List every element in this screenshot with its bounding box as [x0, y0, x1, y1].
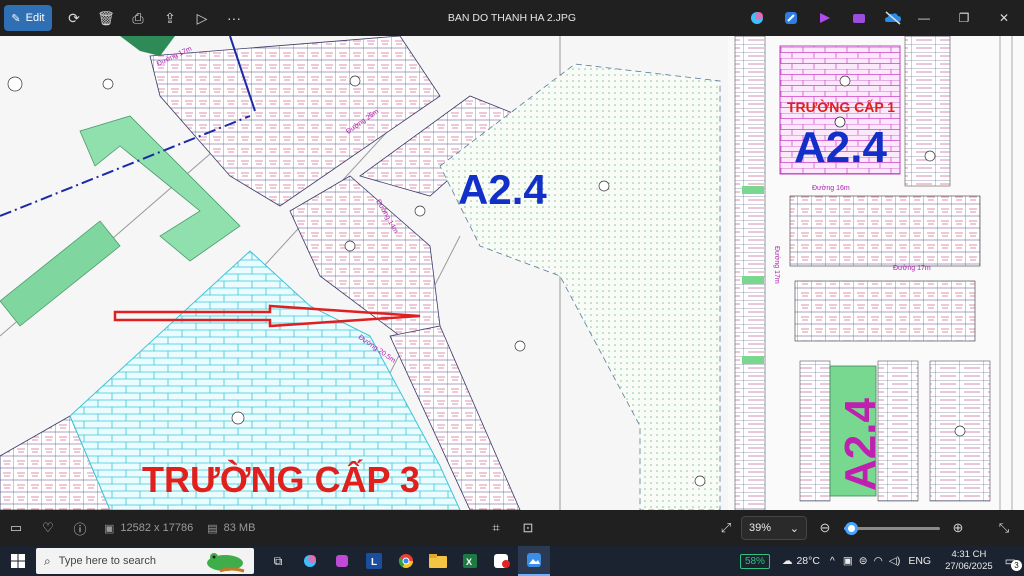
- video-editor-icon[interactable]: [848, 5, 870, 31]
- close-icon[interactable]: ✕: [984, 0, 1024, 36]
- windows-start-icon[interactable]: [0, 546, 36, 576]
- window-title: BAN DO THANH HA 2.JPG: [447, 12, 577, 24]
- zoom-dropdown[interactable]: 39% ⌄: [741, 516, 807, 540]
- favorite-heart-icon[interactable]: ♡: [32, 515, 64, 541]
- language-indicator[interactable]: ENG: [908, 555, 931, 567]
- notification-app-icon[interactable]: [486, 546, 518, 576]
- planning-map: A2.4 A2.4 TRƯỜNG CẤP 1 TRƯỜNG CẤP 3 A2.4…: [0, 36, 1024, 510]
- svg-text:X: X: [466, 557, 472, 567]
- share-icon[interactable]: ⇪: [154, 5, 186, 31]
- clock[interactable]: 4:31 CH 27/06/2025: [945, 549, 993, 573]
- zoom-value: 39%: [749, 522, 772, 534]
- fit-to-window-icon[interactable]: ⤢: [710, 515, 742, 541]
- label-a24-center: A2.4: [458, 166, 547, 213]
- label-truong-cap-3: TRƯỜNG CẤP 3: [142, 458, 420, 500]
- minimize-icon[interactable]: —: [904, 0, 944, 36]
- file-explorer-icon[interactable]: [422, 546, 454, 576]
- battery-indicator[interactable]: 58%: [739, 553, 770, 569]
- edit-label: Edit: [25, 12, 45, 24]
- ocr-text-icon[interactable]: ⊡: [512, 515, 544, 541]
- filmstrip-icon[interactable]: ▭: [0, 515, 32, 541]
- fullscreen-icon[interactable]: ⤡: [988, 515, 1020, 541]
- edit-button[interactable]: ✎ Edit: [4, 5, 52, 31]
- label-a24-right: A2.4: [794, 123, 887, 172]
- search-icon: ⌕: [44, 553, 51, 568]
- image-canvas[interactable]: A2.4 A2.4 TRƯỜNG CẤP 1 TRƯỜNG CẤP 3 A2.4…: [0, 36, 1024, 510]
- tray-chevron-icon[interactable]: ^: [830, 555, 835, 567]
- zoom-slider-thumb[interactable]: [844, 522, 858, 535]
- network-icon[interactable]: ⊜: [859, 555, 868, 567]
- zoom-slider[interactable]: [844, 522, 940, 535]
- image-dimensions: 12582 x 17786: [120, 522, 194, 534]
- top-toolbar: ✎ Edit ⟳ 🗑 ⎙ ⇪ ▷ ··· BAN DO THANH HA 2.J…: [0, 0, 1024, 36]
- file-size-icon: ▤: [207, 522, 218, 535]
- chrome-icon[interactable]: [390, 546, 422, 576]
- copilot-icon[interactable]: [746, 5, 768, 31]
- taskbar-search-input[interactable]: ⌕ Type here to search: [36, 548, 254, 574]
- road-label-16m: Đường 16m: [812, 185, 850, 192]
- more-icon[interactable]: ···: [218, 5, 250, 31]
- edit-icon: ✎: [11, 12, 21, 25]
- clock-time: 4:31 CH: [951, 549, 987, 560]
- label-truong-cap-1: TRƯỜNG CẤP 1: [787, 98, 895, 115]
- notification-count: 3: [1011, 560, 1022, 571]
- meet-icon[interactable]: ▣: [843, 555, 853, 567]
- zoom-out-icon[interactable]: ⊖: [809, 515, 841, 541]
- print-icon[interactable]: ⎙: [122, 5, 154, 31]
- chevron-down-icon: ⌄: [789, 522, 799, 535]
- rotate-icon[interactable]: ⟳: [58, 5, 90, 31]
- svg-text:L: L: [371, 557, 377, 568]
- l-app-icon[interactable]: L: [358, 546, 390, 576]
- onedrive-icon[interactable]: [882, 5, 904, 31]
- photos-app: ✎ Edit ⟳ 🗑 ⎙ ⇪ ▷ ··· BAN DO THANH HA 2.J…: [0, 0, 1024, 576]
- designer-icon[interactable]: [780, 5, 802, 31]
- road-label-17m-b: Đường 17m: [893, 265, 931, 272]
- m365-icon[interactable]: [326, 546, 358, 576]
- info-icon[interactable]: ⓘ: [64, 515, 96, 541]
- excel-icon[interactable]: X: [454, 546, 486, 576]
- temperature[interactable]: 28°C: [796, 555, 819, 567]
- delete-icon[interactable]: 🗑: [90, 5, 122, 31]
- label-a24-vertical: A2.4: [836, 398, 885, 491]
- search-placeholder: Type here to search: [58, 555, 156, 567]
- notification-center-icon[interactable]: ▭ 3: [1005, 554, 1022, 571]
- photos-taskbar-icon[interactable]: [518, 546, 550, 576]
- zoom-in-icon[interactable]: ⊕: [942, 515, 974, 541]
- volume-icon[interactable]: ◁): [889, 555, 901, 567]
- weather-icon[interactable]: ☁: [782, 555, 793, 567]
- copilot-taskbar-icon[interactable]: [294, 546, 326, 576]
- dimensions-icon: ▣: [104, 522, 115, 535]
- slideshow-icon[interactable]: ▷: [186, 5, 218, 31]
- people-icon[interactable]: ⌗: [480, 515, 512, 541]
- clock-date: 27/06/2025: [945, 561, 993, 572]
- search-frog-decoration-icon: [207, 553, 245, 573]
- road-label-17m-c: Đường 17m: [773, 246, 780, 284]
- clipchamp-icon[interactable]: [814, 5, 836, 31]
- wifi-icon[interactable]: ◠: [874, 555, 883, 567]
- status-bar: ▭ ♡ ⓘ ▣ 12582 x 17786 ▤ 83 MB ⌗ ⊡ ⤢ 39% …: [0, 510, 1024, 546]
- task-view-icon[interactable]: ⧉: [262, 546, 294, 576]
- file-size: 83 MB: [223, 522, 256, 534]
- maximize-icon[interactable]: ❐: [944, 0, 984, 36]
- windows-taskbar: ⌕ Type here to search ⧉ L X 58% ☁ 28°C ^…: [0, 546, 1024, 576]
